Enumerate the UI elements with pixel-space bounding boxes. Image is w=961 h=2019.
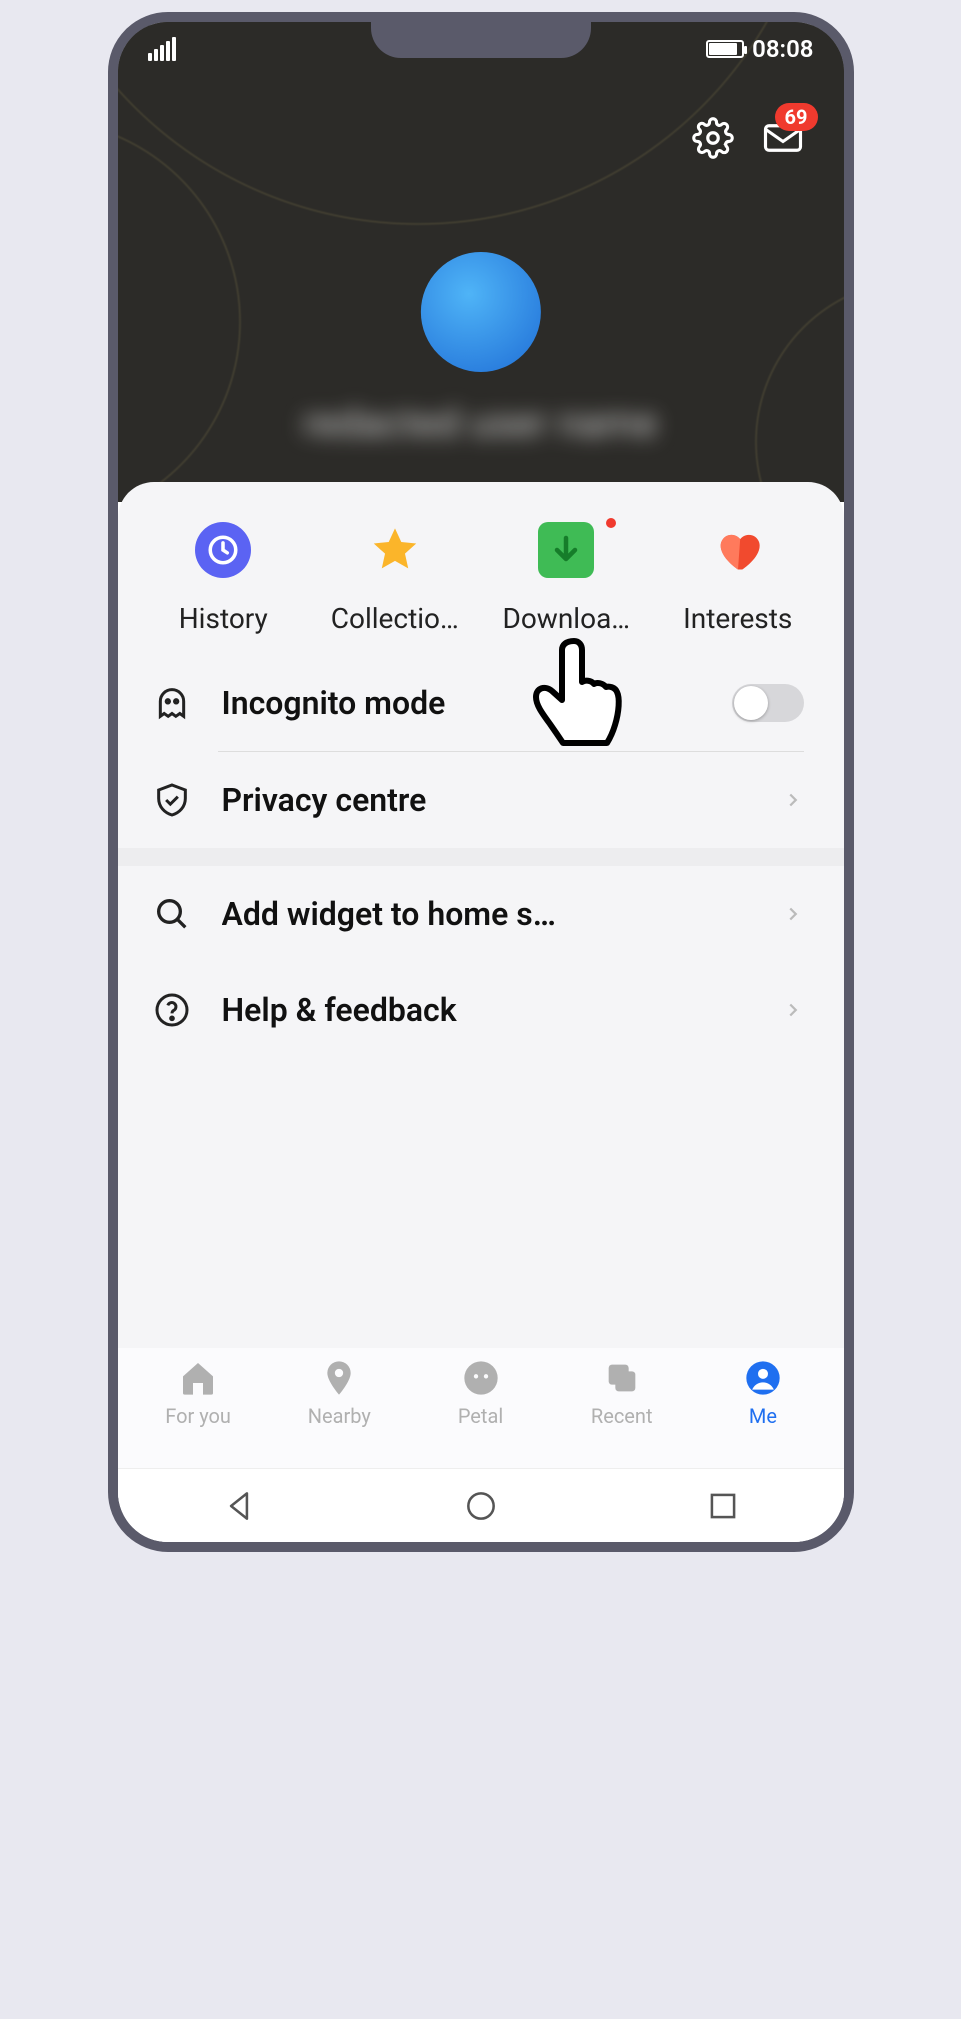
help-feedback-row[interactable]: Help & feedback <box>118 962 844 1058</box>
incognito-mode-row[interactable]: Incognito mode <box>118 655 844 751</box>
search-icon <box>152 894 192 934</box>
phone-frame: 08:08 69 redacted user name History <box>108 12 854 1552</box>
stack-icon <box>602 1358 642 1398</box>
recents-button[interactable] <box>704 1487 742 1525</box>
nav-label: Nearby <box>308 1404 371 1428</box>
ghost-icon <box>152 683 192 723</box>
quick-label: Interests <box>683 602 792 635</box>
incognito-label: Incognito mode <box>222 684 702 722</box>
quick-label: Collectio… <box>331 602 459 635</box>
avatar[interactable] <box>421 252 541 372</box>
quick-label: History <box>179 602 268 635</box>
nav-recent[interactable]: Recent <box>551 1358 692 1468</box>
quick-history[interactable]: History <box>138 522 310 635</box>
nav-me[interactable]: Me <box>692 1358 833 1468</box>
face-icon <box>461 1358 501 1398</box>
quick-label: Downloa… <box>502 602 630 635</box>
add-widget-row[interactable]: Add widget to home s… <box>118 866 844 962</box>
download-icon <box>538 522 594 578</box>
settings-button[interactable] <box>692 117 734 159</box>
system-nav <box>118 1468 844 1542</box>
privacy-centre-row[interactable]: Privacy centre <box>118 752 844 848</box>
section-gap <box>118 848 844 866</box>
help-icon <box>152 990 192 1030</box>
nav-label: For you <box>165 1404 231 1428</box>
username: redacted user name <box>303 402 657 446</box>
chevron-right-icon <box>782 999 804 1021</box>
home-button[interactable] <box>462 1487 500 1525</box>
chevron-right-icon <box>782 789 804 811</box>
nav-label: Petal <box>458 1404 503 1428</box>
back-button[interactable] <box>220 1487 258 1525</box>
home-icon <box>178 1358 218 1398</box>
clock-icon <box>195 522 251 578</box>
privacy-label: Privacy centre <box>222 781 752 819</box>
status-time: 08:08 <box>752 35 813 63</box>
signal-icon <box>148 37 176 61</box>
quick-collections[interactable]: Collectio… <box>309 522 481 635</box>
inbox-badge: 69 <box>775 103 818 131</box>
help-label: Help & feedback <box>222 991 752 1029</box>
gear-icon <box>692 117 734 159</box>
star-icon <box>367 522 423 578</box>
person-icon <box>743 1358 783 1398</box>
nav-label: Recent <box>591 1404 653 1428</box>
nav-nearby[interactable]: Nearby <box>269 1358 410 1468</box>
shield-check-icon <box>152 780 192 820</box>
notch <box>371 22 591 58</box>
inbox-button[interactable]: 69 <box>762 117 804 159</box>
chevron-right-icon <box>782 903 804 925</box>
incognito-toggle[interactable] <box>732 684 804 722</box>
nav-label: Me <box>749 1404 777 1428</box>
add-widget-label: Add widget to home s… <box>222 895 752 933</box>
nav-for-you[interactable]: For you <box>128 1358 269 1468</box>
heart-icon <box>710 522 766 578</box>
bottom-nav: For you Nearby Petal Recent Me <box>118 1348 844 1468</box>
quick-interests[interactable]: Interests <box>652 522 824 635</box>
nav-petal[interactable]: Petal <box>410 1358 551 1468</box>
pin-icon <box>319 1358 359 1398</box>
quick-downloads[interactable]: Downloa… <box>481 522 653 635</box>
quick-actions-row: History Collectio… Downloa… Interests <box>118 522 844 655</box>
profile-header: 69 redacted user name <box>118 22 844 502</box>
notification-dot-icon <box>606 518 616 528</box>
battery-icon <box>706 40 744 58</box>
